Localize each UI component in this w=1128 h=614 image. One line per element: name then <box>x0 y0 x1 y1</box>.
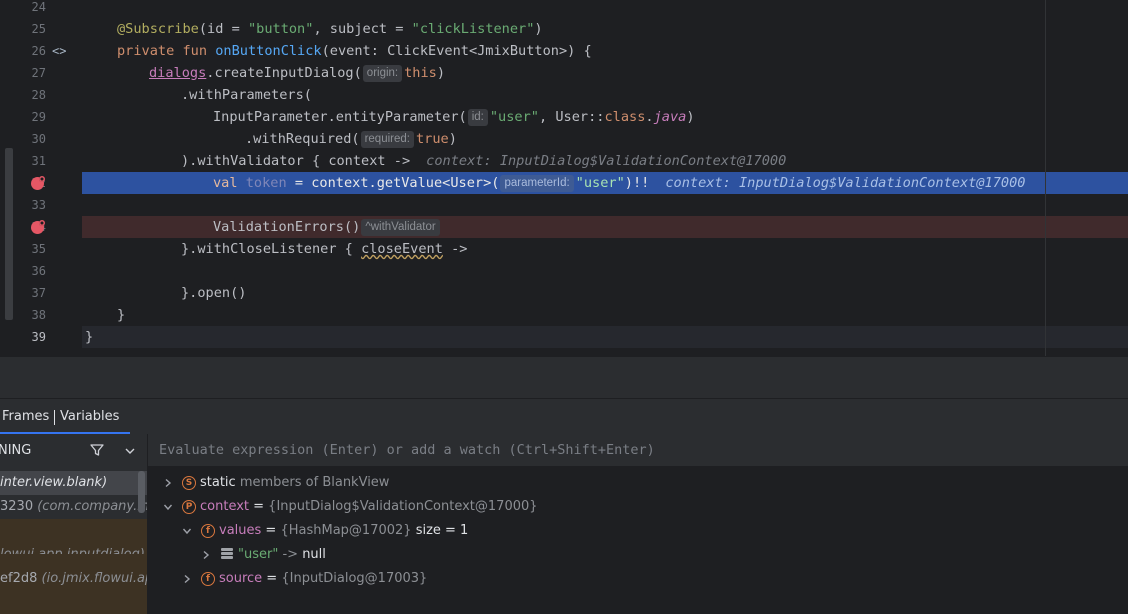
code-line-24[interactable]: 24 <box>14 0 1128 18</box>
tab-separator <box>54 410 55 425</box>
variable-row-context[interactable]: P context = {InputDialog$ValidationConte… <box>148 495 1128 519</box>
parameter-icon: P <box>182 500 196 514</box>
code-line-37[interactable]: 37 }.open() <box>14 282 1128 304</box>
code-line-25[interactable]: 25 @Subscribe(id = "button", subject = "… <box>14 18 1128 40</box>
code-text: }.withCloseListener { closeEvent -> <box>181 241 468 257</box>
code-line-27[interactable]: 27 dialogs.createInputDialog(origin: this… <box>14 62 1128 84</box>
variable-text: static members of BlankView <box>200 475 390 490</box>
field-icon: f <box>201 524 215 538</box>
editor-divider <box>0 356 1128 399</box>
frames-scrollbar[interactable] <box>138 471 145 513</box>
thread-selector[interactable]: NING <box>0 434 31 467</box>
code-text: } <box>85 329 94 345</box>
right-margin-guide <box>1045 0 1046 356</box>
code-editor[interactable]: 24 25 @Subscribe(id = "button", subject … <box>0 0 1128 356</box>
line-number: 30 <box>31 132 46 146</box>
line-number: 28 <box>31 88 46 102</box>
variables-panel: S static members of BlankView P context … <box>148 434 1128 614</box>
chevron-down-icon[interactable] <box>124 443 136 457</box>
code-line-32[interactable]: 32 val token = context.getValue<User>(pa… <box>14 172 1128 194</box>
code-line-26[interactable]: 26 <> private fun onButtonClick(event: C… <box>14 40 1128 62</box>
line-number: 38 <box>31 308 46 322</box>
frames-header: NING <box>0 434 147 467</box>
code-line-34[interactable]: 34 ValidationErrors()^withValidator <box>14 216 1128 238</box>
code-line-33[interactable]: 33 <box>14 194 1128 216</box>
variable-text: "user" -> null <box>238 547 326 562</box>
chevron-right-icon[interactable] <box>200 543 212 569</box>
chevron-right-icon[interactable] <box>162 471 174 497</box>
tab-variables[interactable]: Variables <box>60 399 119 434</box>
code-line-36[interactable]: 36 <box>14 260 1128 282</box>
code-text: dialogs.createInputDialog(origin: this) <box>149 65 446 82</box>
inlay-hint: parameterId: <box>500 175 574 192</box>
inlay-hint: ^withValidator <box>361 219 440 236</box>
static-icon: S <box>182 476 196 490</box>
debug-tabs: Frames Variables <box>0 399 1128 434</box>
code-text: val token = context.getValue<User>(param… <box>213 175 1026 192</box>
code-text: private fun onButtonClick(event: ClickEv… <box>117 43 592 59</box>
field-icon: f <box>201 572 215 586</box>
line-number: 31 <box>31 154 46 168</box>
variable-text: context = {InputDialog$ValidationContext… <box>200 499 538 514</box>
line-number: 25 <box>31 22 46 36</box>
inlay-hint: required: <box>360 131 414 148</box>
line-number: 26 <box>31 44 46 58</box>
code-text: ValidationErrors() ^withValidator <box>213 216 442 238</box>
line-number: 37 <box>31 286 46 300</box>
evaluate-expression-input[interactable] <box>159 434 1059 466</box>
code-text: InputParameter.entityParameter(id: "user"… <box>213 109 695 126</box>
line-number: 27 <box>31 66 46 80</box>
variable-row-static[interactable]: S static members of BlankView <box>148 471 1128 495</box>
line-number: 29 <box>31 110 46 124</box>
line-number: 39 <box>31 330 46 344</box>
code-text: @Subscribe(id = "button", subject = "cli… <box>117 21 543 37</box>
breakpoint-icon[interactable] <box>31 176 45 190</box>
code-line-28[interactable]: 28 .withParameters( <box>14 84 1128 106</box>
variable-row-values[interactable]: f values = {HashMap@17002} size = 1 <box>148 519 1128 543</box>
code-line-38[interactable]: 38 } <box>14 304 1128 326</box>
code-line-35[interactable]: 35 }.withCloseListener { closeEvent -> <box>14 238 1128 260</box>
code-text: .withRequired(required: true) <box>245 131 457 148</box>
variable-row-source[interactable]: f source = {InputDialog@17003} <box>148 567 1128 591</box>
inline-debug-value: context: InputDialog$ValidationContext@1… <box>426 153 787 169</box>
code-line-39[interactable]: 39 } <box>14 326 1128 348</box>
chevron-down-icon[interactable] <box>162 495 174 521</box>
stack-frame[interactable]: ef2d8 (io.jmix.flowui.ap <box>0 567 147 591</box>
code-text: .withParameters( <box>181 87 312 103</box>
evaluate-bar <box>148 434 1128 467</box>
code-line-29[interactable]: 29 InputParameter.entityParameter(id: "us… <box>14 106 1128 128</box>
variable-row-map-entry[interactable]: "user" -> null <box>148 543 1128 567</box>
left-scrollbar[interactable] <box>5 148 13 320</box>
line-number: 33 <box>31 198 46 212</box>
debug-panel: Frames Variables NING inter.view.blank) … <box>0 398 1128 614</box>
variable-text: values = {HashMap@17002} size = 1 <box>219 523 469 538</box>
chevron-down-icon[interactable] <box>181 519 193 545</box>
filter-icon[interactable] <box>89 442 105 458</box>
code-text: } <box>117 307 126 323</box>
stack-frame[interactable]: 3230 (com.company.inte <box>0 495 147 519</box>
line-number: 36 <box>31 264 46 278</box>
code-text: }.open() <box>181 285 247 301</box>
inlay-hint: id: <box>467 109 488 126</box>
code-text: ).withValidator { context -> context: Inp… <box>181 153 787 169</box>
code-line-30[interactable]: 30 .withRequired(required: true) <box>14 128 1128 150</box>
breakpoint-icon[interactable] <box>31 220 45 234</box>
frames-panel: NING inter.view.blank) 3230 (com.company… <box>0 434 148 614</box>
code-line-31[interactable]: 31 ).withValidator { context -> context: … <box>14 150 1128 172</box>
variable-text: source = {InputDialog@17003} <box>219 571 428 586</box>
navigate-code-icon[interactable]: <> <box>52 43 66 59</box>
stack-frame[interactable]: inter.view.blank) <box>0 471 147 495</box>
chevron-right-icon[interactable] <box>181 567 193 593</box>
inline-debug-value: context: InputDialog$ValidationContext@1… <box>665 175 1026 191</box>
tab-frames[interactable]: Frames <box>2 399 49 434</box>
map-entry-icon <box>221 548 233 561</box>
line-number: 35 <box>31 242 46 256</box>
inlay-hint: origin: <box>362 65 403 82</box>
line-number: 24 <box>31 0 46 14</box>
